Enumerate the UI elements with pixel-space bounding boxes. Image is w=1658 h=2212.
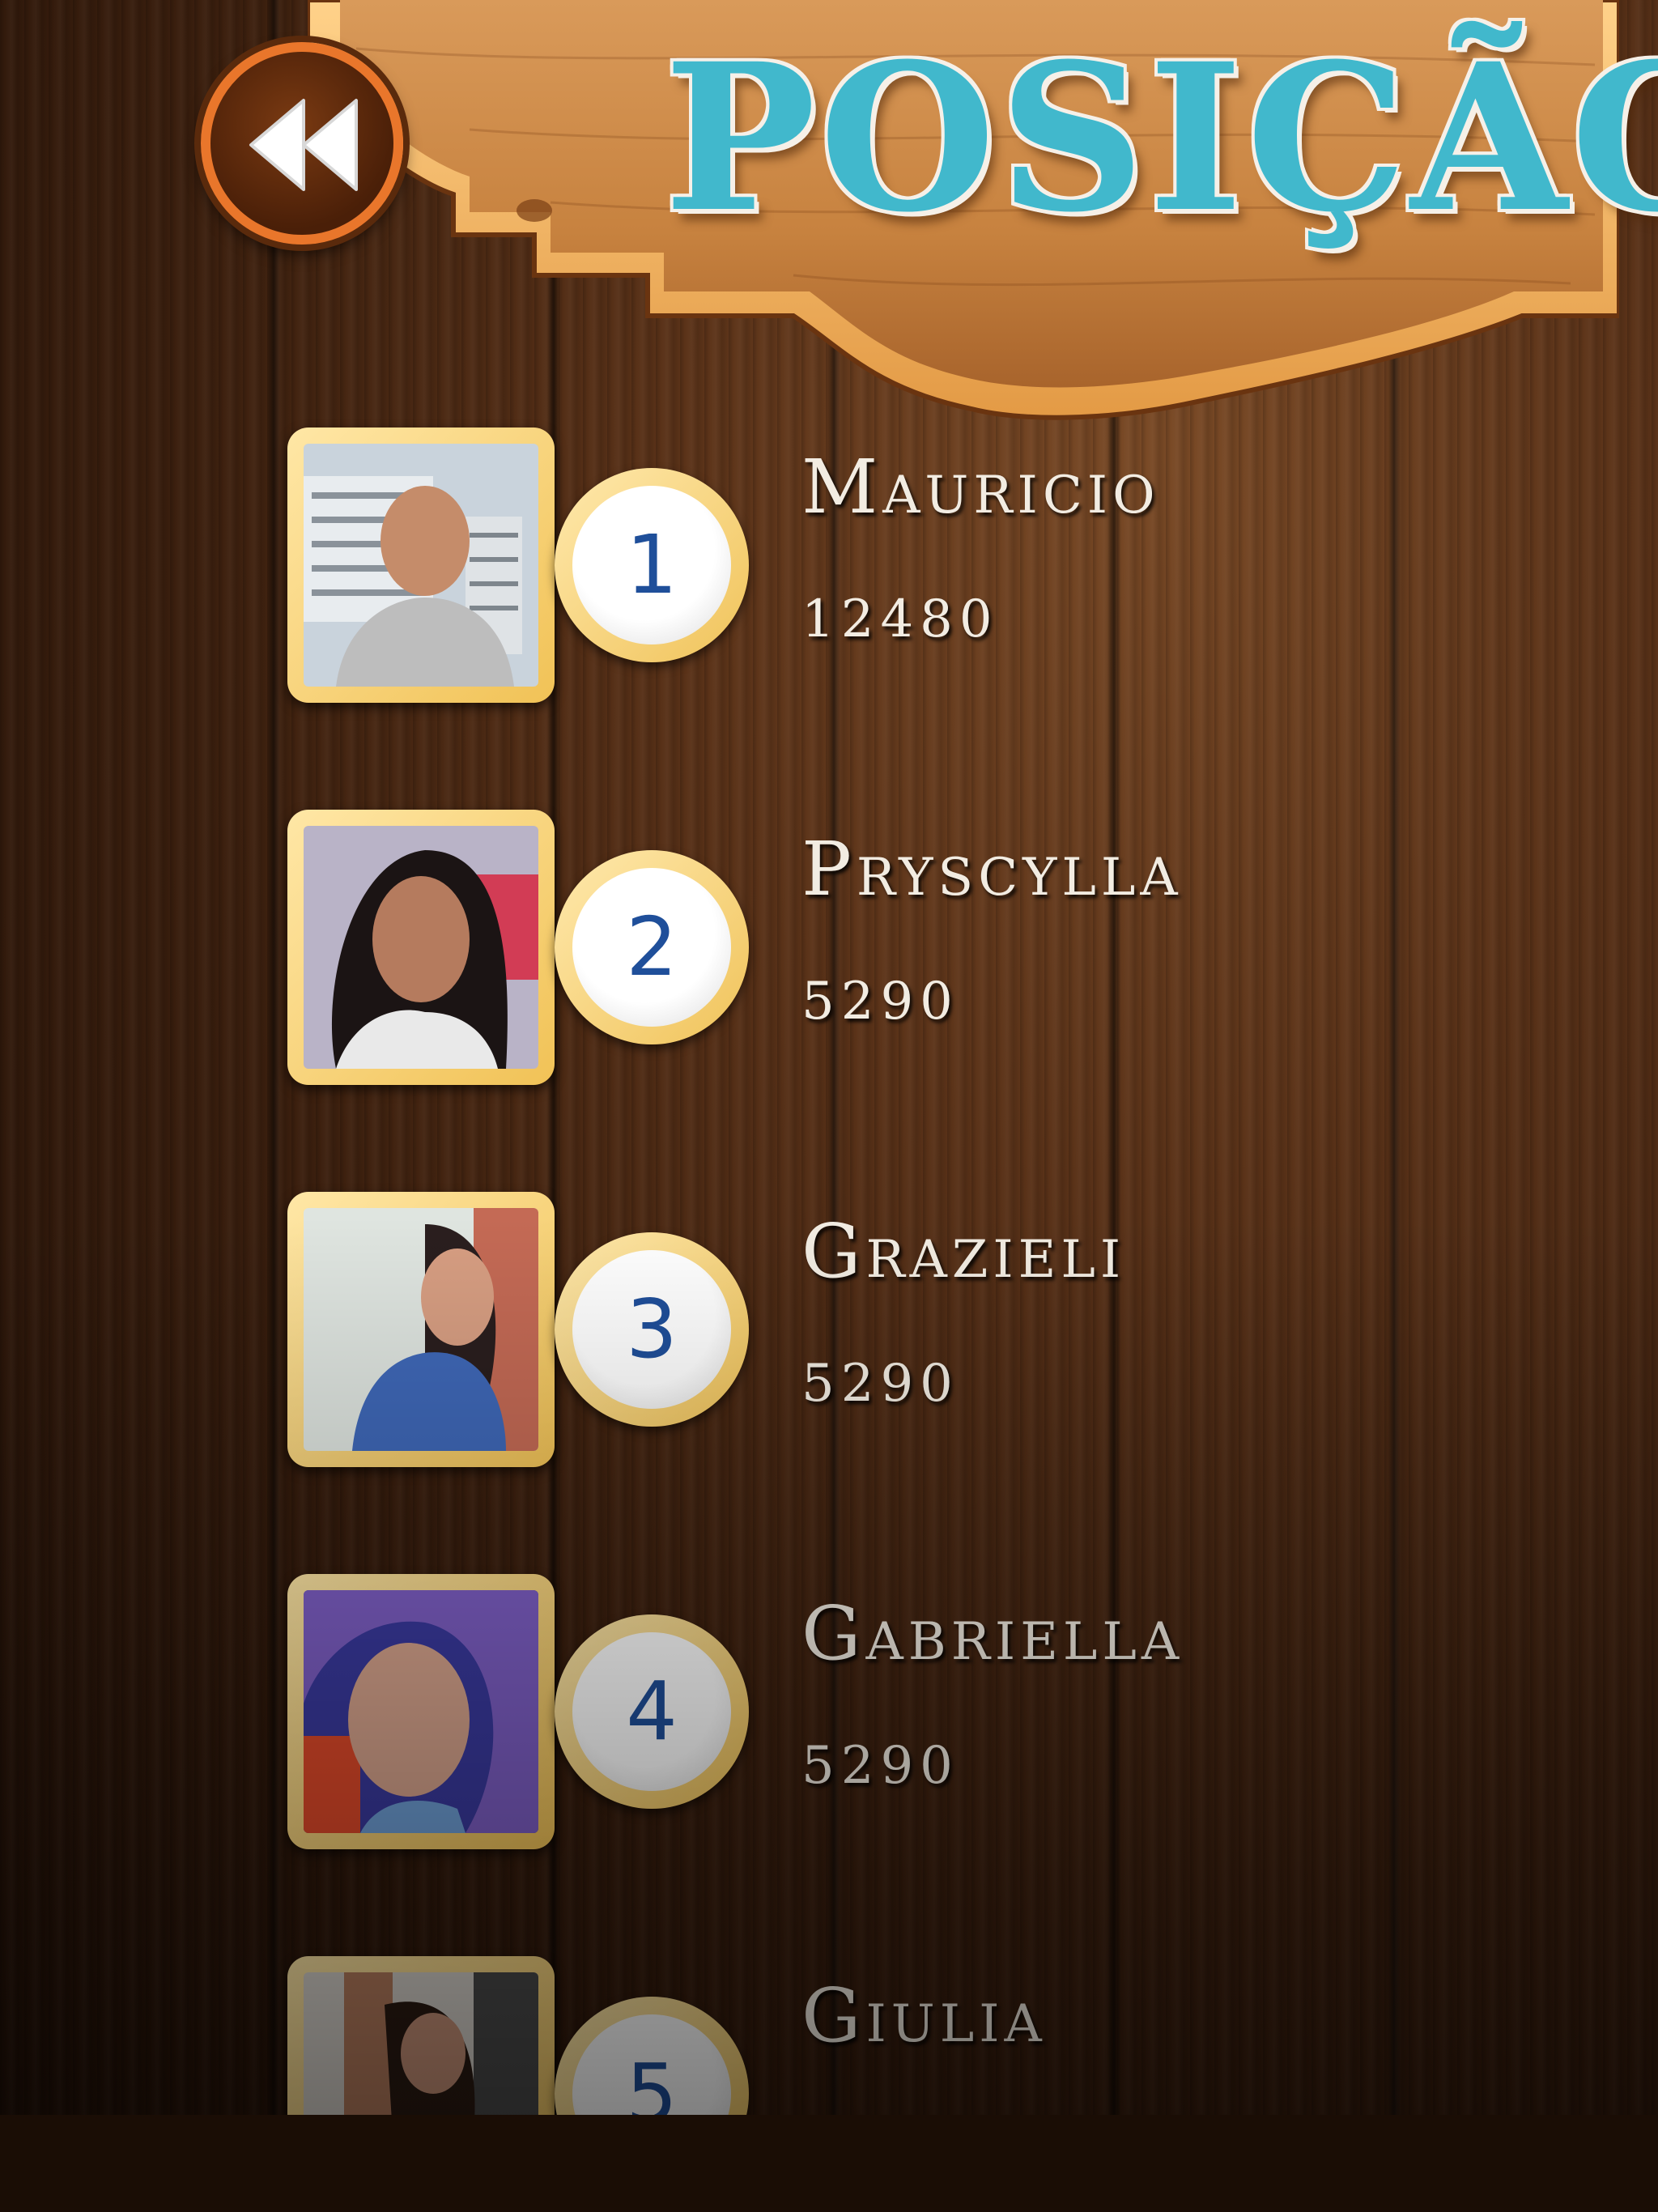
ranking-row[interactable]: 4 Gabriella 5290	[287, 1574, 1259, 1857]
avatar	[304, 1590, 538, 1833]
rank-badge: 2	[555, 850, 749, 1044]
player-score: 12480	[801, 589, 999, 649]
rewind-icon	[249, 99, 358, 191]
rank-number: 1	[572, 486, 731, 644]
leaderboard-screen: POSIÇÃO 1 Mauricio 12480 2 Pryscylla 529…	[0, 0, 1658, 2115]
player-name: Grazieli	[801, 1208, 1126, 1295]
rank-number: 3	[572, 1250, 731, 1409]
bottom-bar	[0, 2115, 1658, 2212]
player-name: Gabriella	[801, 1590, 1184, 1677]
player-name: Pryscylla	[801, 826, 1183, 912]
rank-number: 4	[572, 1632, 731, 1791]
rank-badge: 4	[555, 1614, 749, 1809]
rank-badge: 3	[555, 1232, 749, 1427]
player-name: Mauricio	[801, 444, 1160, 530]
page-title: POSIÇÃO	[664, 19, 1658, 257]
ranking-row[interactable]: 1 Mauricio 12480	[287, 428, 1259, 711]
avatar-frame	[287, 1192, 555, 1467]
back-button[interactable]	[201, 42, 403, 245]
player-name: Giulia	[801, 1972, 1047, 2059]
avatar	[304, 1972, 538, 2115]
ranking-row[interactable]: 2 Pryscylla 5290	[287, 810, 1259, 1093]
avatar	[304, 444, 538, 687]
avatar-frame	[287, 428, 555, 703]
ranking-row[interactable]: 5 Giulia	[287, 1956, 1259, 2115]
rank-badge: 5	[555, 1997, 749, 2115]
player-score: 5290	[801, 972, 959, 1032]
rank-number: 5	[572, 2014, 731, 2115]
avatar-frame	[287, 1574, 555, 1849]
avatar-frame	[287, 810, 555, 1085]
rank-badge: 1	[555, 468, 749, 662]
avatar-frame	[287, 1956, 555, 2115]
player-score: 5290	[801, 1354, 959, 1414]
avatar	[304, 826, 538, 1069]
avatar	[304, 1208, 538, 1451]
ranking-row[interactable]: 3 Grazieli 5290	[287, 1192, 1259, 1475]
player-score: 5290	[801, 1736, 959, 1796]
rank-number: 2	[572, 868, 731, 1027]
